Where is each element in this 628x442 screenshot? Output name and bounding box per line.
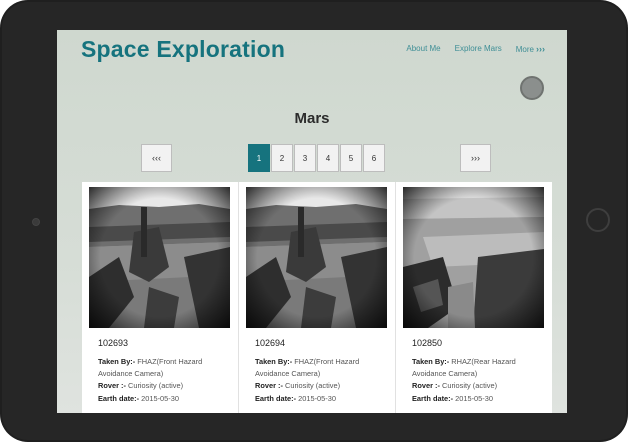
earth-date-value: 2015-05-30 [455,393,493,403]
photo-details: Taken By:- FHAZ(Front Hazard Avoidance C… [98,356,228,405]
mars-photo-image [403,187,544,328]
page-4-button[interactable]: 4 [317,144,339,172]
home-button[interactable] [586,208,610,232]
pagination: 1 2 3 4 5 6 [248,144,385,172]
photo-card[interactable]: 102850 Taken By:- RHAZ(Rear Hazard Avoid… [396,182,552,413]
mars-photo[interactable] [89,187,230,328]
mars-photo[interactable] [246,187,387,328]
page-1-button[interactable]: 1 [248,144,270,172]
photo-details: Taken By:- FHAZ(Front Hazard Avoidance C… [255,356,385,405]
taken-by-label: Taken By:- [98,357,136,366]
top-nav: About Me Explore Mars More ››› [406,44,545,54]
next-page-button[interactable]: ››› [460,144,491,172]
rover-value: Curiosity (active) [285,381,341,391]
rover-label: Rover :- [255,381,283,391]
earth-date-value: 2015-05-30 [298,393,336,403]
photo-grid: 102693 Taken By:- FHAZ(Front Hazard Avoi… [82,182,552,413]
tablet-frame: Space Exploration About Me Explore Mars … [0,0,628,442]
photo-card[interactable]: 102693 Taken By:- FHAZ(Front Hazard Avoi… [82,182,239,413]
mars-photo[interactable] [403,187,544,328]
avatar[interactable] [520,76,544,100]
nav-more[interactable]: More ››› [516,44,545,54]
earth-date-label: Earth date:- [98,393,140,403]
camera-icon [32,218,40,226]
page-6-button[interactable]: 6 [363,144,385,172]
rover-label: Rover :- [412,381,440,391]
nav-about-me[interactable]: About Me [406,44,440,54]
prev-page-button[interactable]: ‹‹‹ [141,144,172,172]
earth-date-label: Earth date:- [412,393,454,403]
photo-details: Taken By:- RHAZ(Rear Hazard Avoidance Ca… [412,356,542,405]
photo-id: 102693 [98,338,129,348]
nav-more-label: More [515,45,534,54]
site-title[interactable]: Space Exploration [81,36,285,63]
mars-photo-image [246,187,387,328]
rover-label: Rover :- [98,381,126,391]
chevron-right-icon: ››› [536,44,545,54]
page-5-button[interactable]: 5 [340,144,362,172]
rover-value: Curiosity (active) [128,381,184,391]
earth-date-value: 2015-05-30 [141,393,179,403]
photo-id: 102850 [412,338,443,348]
rover-value: Curiosity (active) [442,381,498,391]
earth-date-label: Earth date:- [255,393,297,403]
nav-explore-mars[interactable]: Explore Mars [455,44,502,54]
taken-by-label: Taken By:- [412,357,450,366]
photo-card[interactable]: 102694 Taken By:- FHAZ(Front Hazard Avoi… [239,182,396,413]
page-2-button[interactable]: 2 [271,144,293,172]
page-3-button[interactable]: 3 [294,144,316,172]
page-heading: Mars [294,110,330,127]
taken-by-label: Taken By:- [255,357,293,366]
mars-photo-image [89,187,230,328]
screen: Space Exploration About Me Explore Mars … [57,30,567,413]
photo-id: 102694 [255,338,286,348]
